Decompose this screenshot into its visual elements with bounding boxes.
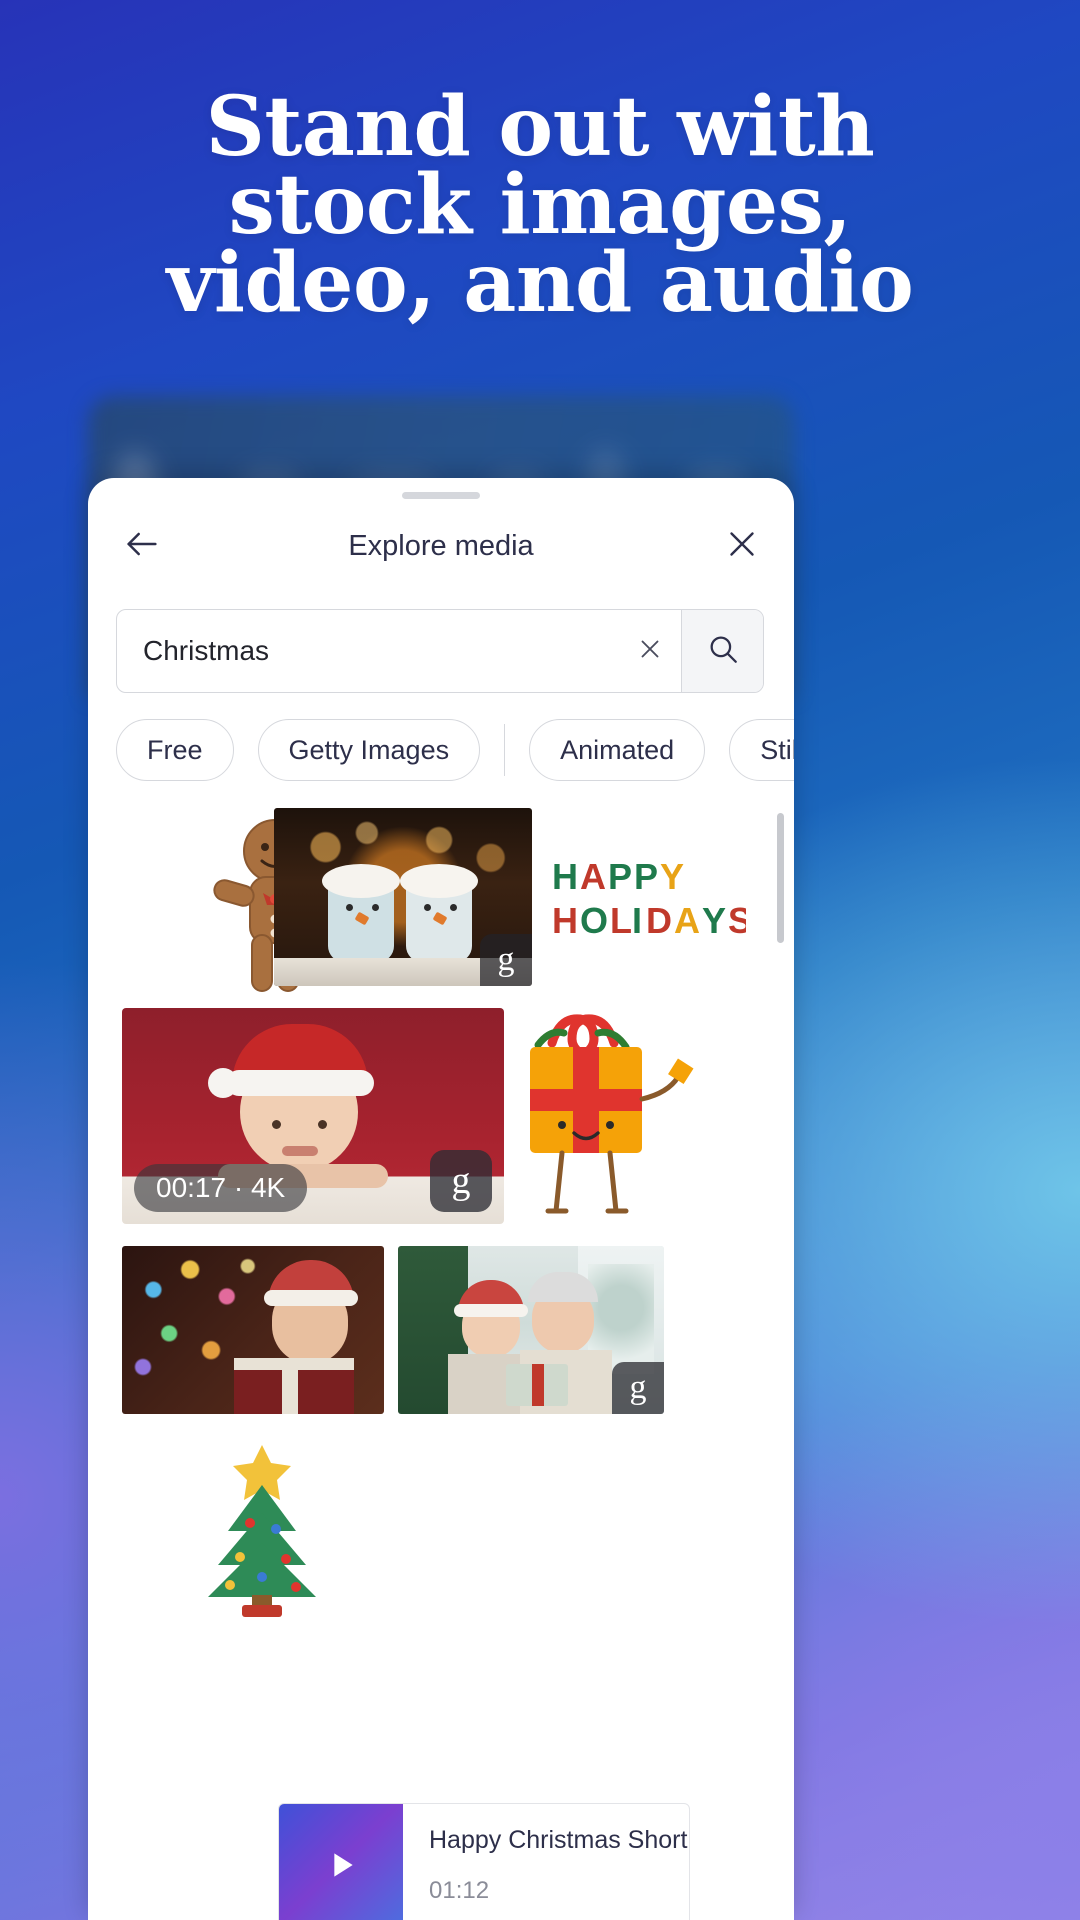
drag-handle[interactable]	[402, 492, 480, 499]
video-duration-badge: 00:17 · 4K	[134, 1164, 308, 1212]
svg-text:P: P	[634, 856, 658, 897]
audio-duration: 01:12	[429, 1877, 490, 1904]
result-child-santa-hat-video[interactable]: 00:17 · 4K g	[122, 1008, 504, 1224]
result-happy-holidays-lettering[interactable]: H A P P Y H O L I D A Y S	[550, 851, 746, 943]
getty-badge: g	[480, 934, 532, 986]
getty-badge: g	[430, 1150, 492, 1212]
back-button[interactable]	[116, 520, 168, 572]
search-input[interactable]	[117, 610, 619, 692]
result-audio-track[interactable]: Happy Christmas Short 01:12	[278, 1803, 690, 1920]
svg-text:Y: Y	[702, 900, 726, 941]
page-title: Stand out with stock images, video, and …	[0, 79, 1080, 331]
result-child-opening-present-photo[interactable]	[122, 1246, 384, 1414]
media-results-grid: g H A P P Y H O L I D A Y S 00:17 · 4K g…	[88, 803, 794, 1920]
headline-line-2: stock images,	[228, 157, 852, 253]
svg-text:A: A	[674, 900, 700, 941]
getty-badge: g	[612, 1362, 664, 1414]
close-icon	[724, 526, 760, 567]
audio-metadata: Happy Christmas Short 01:12	[403, 1804, 689, 1920]
chip-divider	[504, 724, 506, 776]
chip-getty-images[interactable]: Getty Images	[257, 719, 481, 781]
headline-line-1: Stand out with	[205, 79, 875, 175]
sheet-title: Explore media	[348, 529, 534, 562]
svg-text:O: O	[580, 900, 608, 941]
audio-title: Happy Christmas Short	[429, 1826, 688, 1854]
result-gift-box-character-sticker[interactable]	[518, 1003, 708, 1229]
chip-still[interactable]: Still	[729, 719, 794, 781]
chip-free[interactable]: Free	[116, 719, 234, 781]
svg-text:S: S	[728, 900, 746, 941]
play-icon	[321, 1845, 361, 1890]
result-christmas-tree-sticker[interactable]	[190, 1439, 334, 1619]
svg-text:A: A	[580, 856, 606, 897]
headline-line-3: video, and audio	[166, 235, 914, 331]
svg-text:D: D	[646, 900, 672, 941]
svg-text:P: P	[608, 856, 632, 897]
result-hot-cocoa-mugs-photo[interactable]: g	[274, 808, 532, 986]
svg-text:H: H	[552, 900, 578, 941]
sheet-header: Explore media	[88, 508, 794, 584]
results-scrollbar[interactable]	[777, 813, 784, 943]
filter-chips: Free Getty Images Animated Still	[116, 718, 794, 782]
search-bar	[116, 609, 764, 693]
search-icon	[706, 632, 740, 671]
svg-text:I: I	[632, 900, 642, 941]
promo-screen: Stand out with stock images, video, and …	[0, 0, 1080, 1920]
explore-media-sheet: Explore media Christmas Free Getty Image…	[88, 478, 794, 1920]
close-icon	[635, 634, 665, 669]
audio-thumbnail[interactable]	[279, 1804, 403, 1920]
svg-text:L: L	[610, 900, 632, 941]
svg-text:Y: Y	[660, 856, 684, 897]
close-button[interactable]	[716, 520, 768, 572]
clear-search-button[interactable]	[619, 610, 681, 692]
svg-text:H: H	[552, 856, 578, 897]
search-submit-button[interactable]	[681, 610, 763, 692]
arrow-left-icon	[122, 524, 162, 569]
chip-animated[interactable]: Animated	[529, 719, 706, 781]
result-grandmother-and-child-photo[interactable]: g	[398, 1246, 664, 1414]
